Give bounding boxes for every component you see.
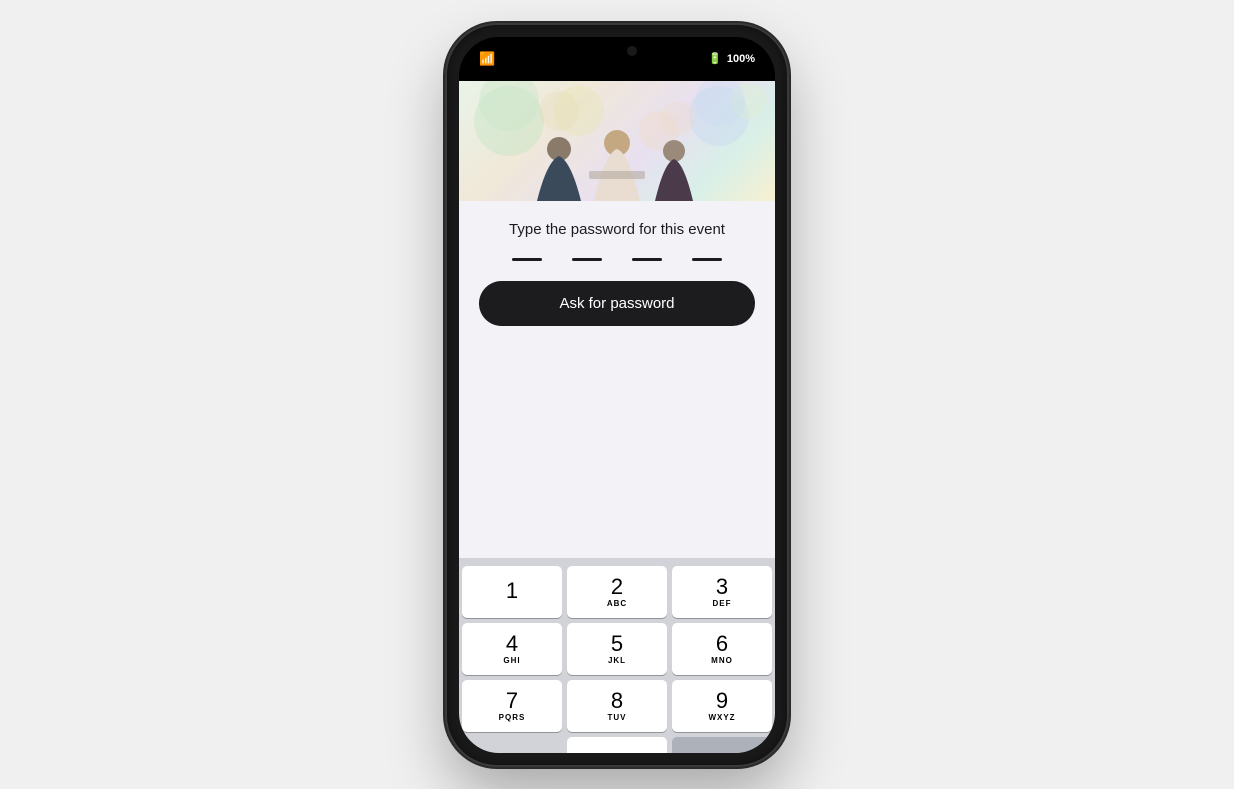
notch (562, 37, 672, 65)
password-input-display (479, 258, 755, 261)
key-4[interactable]: 4 GHI (462, 623, 562, 675)
password-dash-4 (692, 258, 722, 261)
spacer (459, 346, 775, 558)
key-0[interactable]: 0 (567, 737, 667, 753)
keyboard-row-3: 7 PQRS 8 TUV 9 WXYZ (462, 680, 772, 732)
keyboard-row-1: 1 2 ABC 3 DEF (462, 566, 772, 618)
key-5[interactable]: 5 JKL (567, 623, 667, 675)
battery-icon: 🔋 (708, 52, 722, 65)
key-8[interactable]: 8 TUV (567, 680, 667, 732)
key-7[interactable]: 7 PQRS (462, 680, 562, 732)
password-dash-2 (572, 258, 602, 261)
phone-screen: 📶 🔋 100% (459, 37, 775, 753)
password-dash-1 (512, 258, 542, 261)
key-empty (462, 737, 562, 753)
ask-password-button[interactable]: Ask for password (479, 281, 755, 326)
bokeh-4 (660, 101, 695, 136)
key-delete[interactable]: ⌫ (672, 737, 772, 753)
screen-content: Type the password for this event Ask for… (459, 81, 775, 753)
password-area: Type the password for this event Ask for… (459, 201, 775, 346)
keyboard-row-4: 0 ⌫ (462, 737, 772, 753)
key-2[interactable]: 2 ABC (567, 566, 667, 618)
wifi-indicator: 📶 (479, 51, 495, 67)
password-dash-3 (632, 258, 662, 261)
password-title: Type the password for this event (479, 221, 755, 238)
wifi-icon: 📶 (479, 51, 495, 67)
key-1[interactable]: 1 (462, 566, 562, 618)
bokeh-2 (539, 91, 579, 131)
bokeh-3 (695, 81, 745, 126)
event-banner (459, 81, 775, 201)
battery-status: 🔋 100% (708, 52, 755, 65)
key-6[interactable]: 6 MNO (672, 623, 772, 675)
numeric-keyboard: 1 2 ABC 3 DEF 4 GHI (459, 558, 775, 753)
delete-icon: ⌫ (709, 752, 734, 753)
phone-frame: 📶 🔋 100% (447, 25, 787, 765)
camera-dot (627, 46, 637, 56)
battery-percentage: 100% (727, 53, 755, 65)
key-3[interactable]: 3 DEF (672, 566, 772, 618)
status-bar: 📶 🔋 100% (459, 37, 775, 81)
keyboard-row-2: 4 GHI 5 JKL 6 MNO (462, 623, 772, 675)
key-9[interactable]: 9 WXYZ (672, 680, 772, 732)
